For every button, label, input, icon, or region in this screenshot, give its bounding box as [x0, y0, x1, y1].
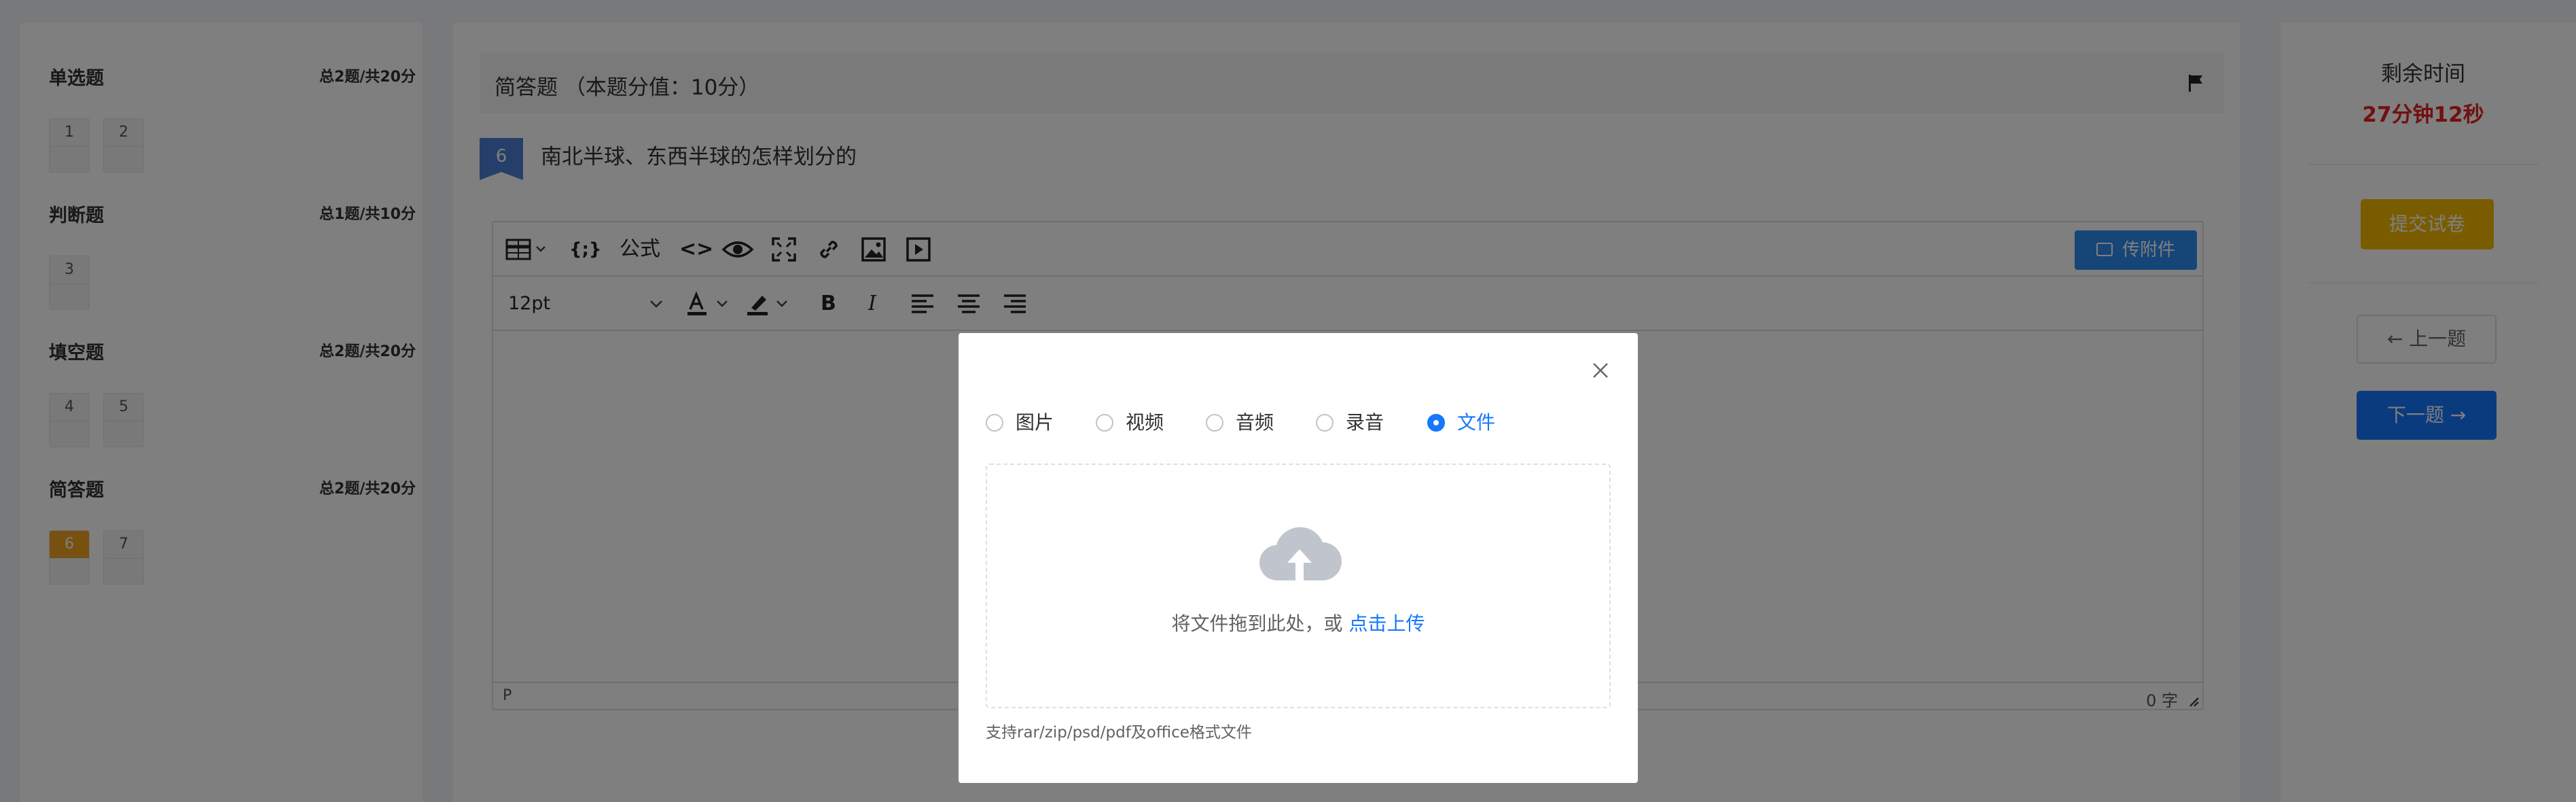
- radio-label: 图片: [1016, 411, 1054, 434]
- file-dropzone[interactable]: 将文件拖到此处，或 点击上传: [986, 464, 1611, 708]
- radio-label: 录音: [1346, 411, 1384, 434]
- radio-label: 视频: [1126, 411, 1164, 434]
- upload-format-tip: 支持rar/zip/psd/pdf及office格式文件: [986, 724, 1252, 742]
- radio-circle: [1206, 414, 1223, 432]
- radio-circle: [1316, 414, 1334, 432]
- drop-text: 将文件拖到此处，或: [1171, 612, 1343, 635]
- drop-instruction: 将文件拖到此处，或 点击上传: [987, 609, 1609, 636]
- click-upload-link[interactable]: 点击上传: [1348, 612, 1425, 635]
- close-icon[interactable]: [1592, 362, 1609, 379]
- radio-circle: [1427, 414, 1445, 432]
- radio-circle: [1096, 414, 1113, 432]
- radio-label: 音频: [1236, 411, 1274, 434]
- cloud-upload-icon: [1259, 527, 1342, 582]
- radio-circle: [986, 414, 1003, 432]
- upload-dialog: 图片 视频 音频 录音 文件 将文件拖到此处，或 点击上传 支持rar/zip/…: [959, 333, 1638, 783]
- radio-label: 文件: [1457, 411, 1496, 434]
